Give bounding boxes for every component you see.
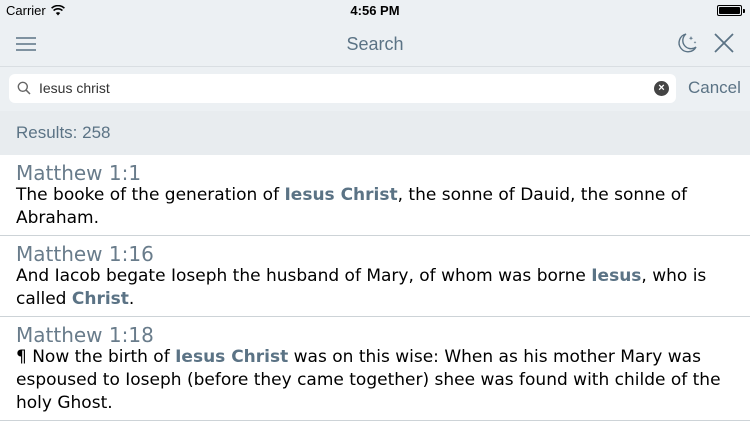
match-highlight: Iesus — [591, 266, 642, 286]
verse-text-segment: The booke of the generation of — [16, 185, 285, 205]
result-item[interactable]: Matthew 1:18 ¶ Now the birth of Iesus Chr… — [0, 317, 750, 421]
search-icon — [17, 81, 31, 95]
verse-text: And Iacob begate Ioseph the husband of M… — [16, 265, 734, 311]
match-highlight: Iesus Christ — [284, 185, 398, 205]
results-count: Results: 258 — [0, 111, 750, 155]
result-item[interactable]: Matthew 1:1 The booke of the generation o… — [0, 155, 750, 236]
verse-reference: Matthew 1:16 — [16, 242, 154, 266]
verse-text-segment: . — [128, 289, 135, 309]
search-input[interactable]: Iesus christ × — [9, 74, 676, 103]
result-item[interactable]: Matthew 1:16 And Iacob begate Ioseph the … — [0, 236, 750, 317]
match-highlight: Iesus Christ — [175, 347, 289, 367]
results-list: Matthew 1:1 The booke of the generation o… — [0, 155, 750, 421]
status-time: 4:56 PM — [350, 3, 400, 18]
battery-icon — [717, 5, 745, 16]
verse-text-segment: ¶ Now the birth of — [16, 347, 176, 367]
search-query[interactable]: Iesus christ — [39, 80, 110, 96]
clear-icon[interactable]: × — [654, 81, 669, 96]
page-title: Search — [346, 34, 404, 54]
close-icon[interactable] — [712, 31, 736, 55]
navigation-bar: Search — [0, 22, 750, 66]
match-highlight: Christ — [71, 289, 129, 309]
status-bar: Carrier 4:56 PM — [0, 0, 750, 22]
verse-reference: Matthew 1:18 — [16, 323, 154, 347]
verse-reference: Matthew 1:1 — [16, 161, 142, 185]
verse-text-segment: And Iacob begate Ioseph the husband of M… — [16, 266, 592, 286]
cancel-button[interactable]: Cancel — [688, 78, 741, 98]
search-bar: Iesus christ × Cancel — [0, 66, 750, 111]
moon-stars-icon[interactable] — [674, 30, 700, 56]
verse-text: ¶ Now the birth of Iesus Christ was on t… — [16, 346, 734, 415]
verse-text: The booke of the generation of Iesus Chr… — [16, 184, 734, 230]
